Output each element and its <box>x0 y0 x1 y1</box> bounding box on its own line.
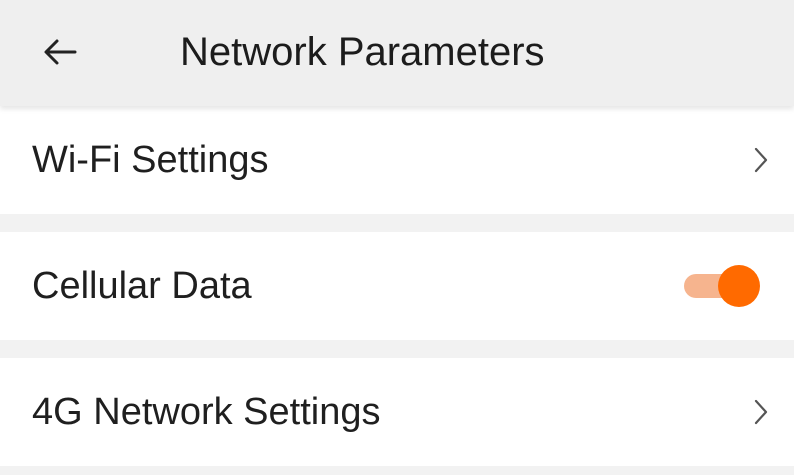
wifi-settings-row[interactable]: Wi-Fi Settings <box>0 106 794 214</box>
wifi-settings-label: Wi-Fi Settings <box>32 139 269 181</box>
4g-network-settings-label: 4G Network Settings <box>32 391 381 433</box>
cellular-data-toggle[interactable] <box>684 265 760 307</box>
chevron-right-icon <box>750 397 772 427</box>
cellular-data-label: Cellular Data <box>32 265 252 307</box>
cellular-data-row: Cellular Data <box>0 232 794 340</box>
back-button[interactable] <box>28 20 92 84</box>
network-parameters-screen: Network Parameters Wi-Fi Settings Cellul… <box>0 0 794 475</box>
settings-list: Wi-Fi Settings Cellular Data 4G Network … <box>0 106 794 466</box>
4g-network-settings-row[interactable]: 4G Network Settings <box>0 358 794 466</box>
arrow-left-icon <box>44 39 77 65</box>
toggle-knob <box>718 265 760 307</box>
page-title: Network Parameters <box>180 30 545 74</box>
app-header: Network Parameters <box>0 0 794 106</box>
chevron-right-icon <box>750 145 772 175</box>
